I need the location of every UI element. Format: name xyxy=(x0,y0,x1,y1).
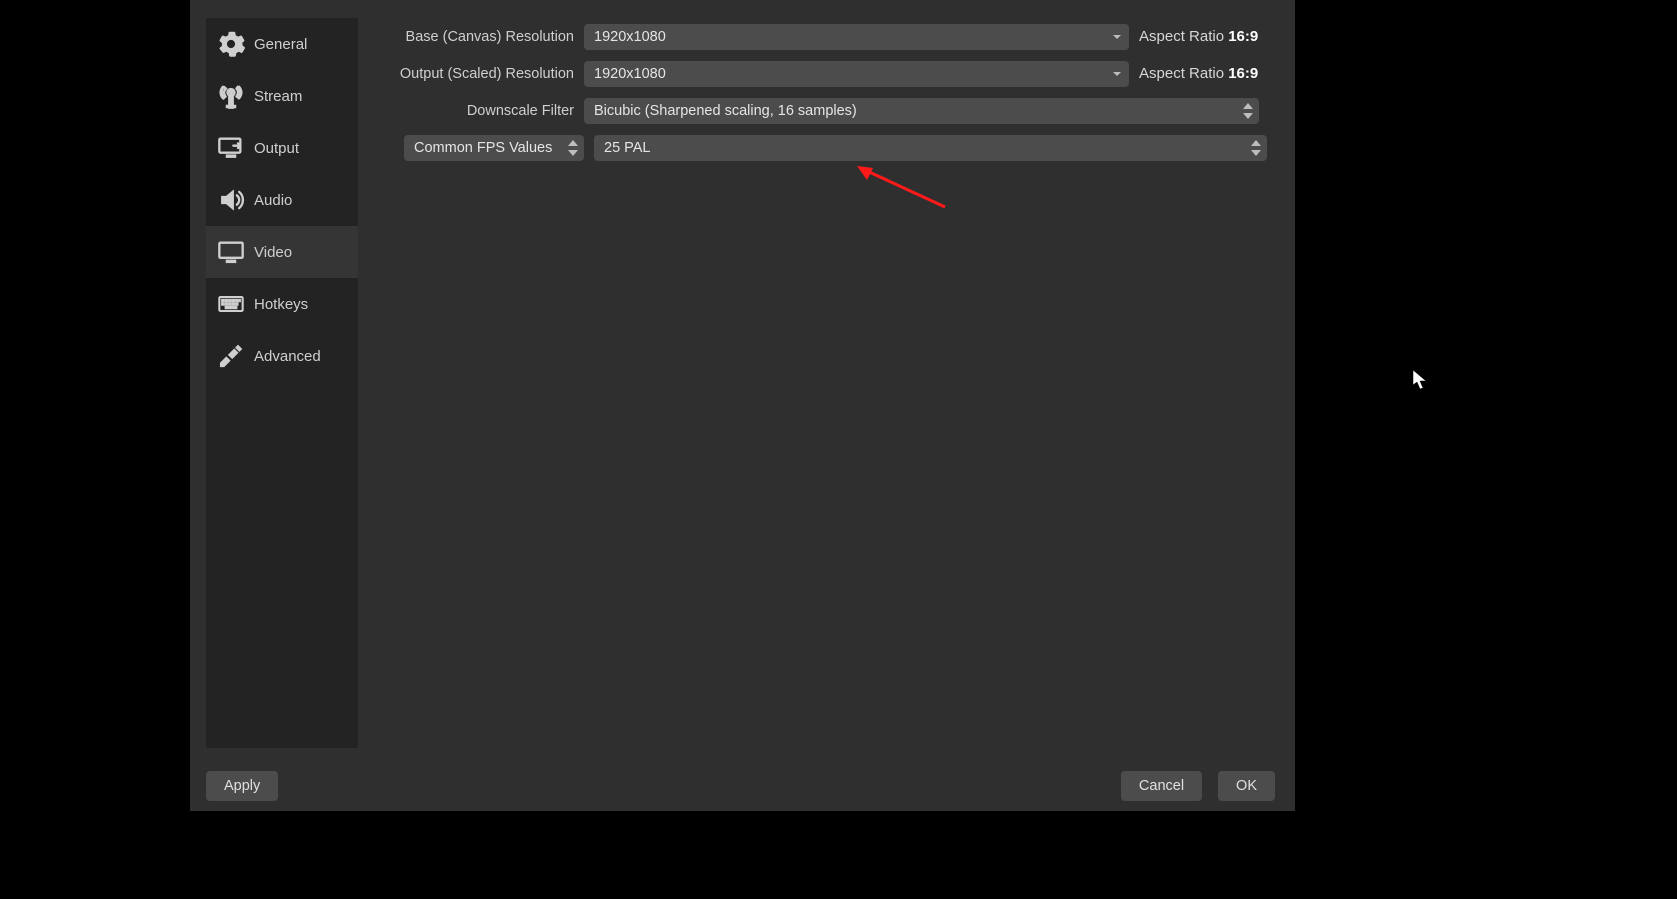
annotation-arrow-icon xyxy=(855,162,955,212)
settings-footer: Apply Cancel OK xyxy=(190,760,1295,811)
cancel-button[interactable]: Cancel xyxy=(1121,771,1202,801)
stepper-arrows-icon xyxy=(1243,103,1253,119)
ok-button[interactable]: OK xyxy=(1218,771,1275,801)
stepper-arrows-icon xyxy=(568,140,578,156)
sidebar-label-audio: Audio xyxy=(254,192,292,209)
chevron-down-icon xyxy=(1111,31,1123,43)
sidebar-item-video[interactable]: Video xyxy=(206,226,358,278)
row-base-resolution: Base (Canvas) Resolution 1920x1080 Aspec… xyxy=(372,18,1280,55)
settings-window: General Stream Output Audio xyxy=(190,0,1295,811)
stepper-arrows-icon xyxy=(1251,140,1261,156)
video-settings-panel: Base (Canvas) Resolution 1920x1080 Aspec… xyxy=(372,18,1280,166)
value-fps-type: Common FPS Values xyxy=(414,140,552,156)
apply-button[interactable]: Apply xyxy=(206,771,278,801)
row-downscale-filter: Downscale Filter Bicubic (Sharpened scal… xyxy=(372,92,1280,129)
sidebar-item-audio[interactable]: Audio xyxy=(206,174,358,226)
footer-right-group: Cancel OK xyxy=(1121,771,1275,801)
value-output-resolution: 1920x1080 xyxy=(594,66,666,82)
select-base-resolution[interactable]: 1920x1080 xyxy=(584,24,1129,50)
row-output-resolution: Output (Scaled) Resolution 1920x1080 Asp… xyxy=(372,55,1280,92)
aspect-output: Aspect Ratio 16:9 xyxy=(1139,65,1258,82)
select-fps-type[interactable]: Common FPS Values xyxy=(404,135,584,161)
select-fps-value[interactable]: 25 PAL xyxy=(594,135,1267,161)
sidebar-item-advanced[interactable]: Advanced xyxy=(206,330,358,382)
antenna-icon xyxy=(212,77,250,115)
gear-icon xyxy=(212,25,250,63)
monitor-icon xyxy=(212,233,250,271)
sidebar-label-general: General xyxy=(254,36,307,53)
sidebar-label-stream: Stream xyxy=(254,88,302,105)
speaker-icon xyxy=(212,181,250,219)
tools-icon xyxy=(212,337,250,375)
settings-sidebar: General Stream Output Audio xyxy=(206,18,358,748)
select-downscale-filter[interactable]: Bicubic (Sharpened scaling, 16 samples) xyxy=(584,98,1259,124)
aspect-base: Aspect Ratio 16:9 xyxy=(1139,28,1258,45)
sidebar-item-hotkeys[interactable]: Hotkeys xyxy=(206,278,358,330)
sidebar-label-hotkeys: Hotkeys xyxy=(254,296,308,313)
sidebar-label-video: Video xyxy=(254,244,292,261)
select-output-resolution[interactable]: 1920x1080 xyxy=(584,61,1129,87)
sidebar-item-general[interactable]: General xyxy=(206,18,358,70)
output-icon xyxy=(212,129,250,167)
label-downscale-filter: Downscale Filter xyxy=(372,103,584,119)
row-fps: Common FPS Values 25 PAL xyxy=(372,129,1280,166)
label-output-resolution: Output (Scaled) Resolution xyxy=(372,66,584,82)
sidebar-item-output[interactable]: Output xyxy=(206,122,358,174)
value-base-resolution: 1920x1080 xyxy=(594,29,666,45)
value-downscale-filter: Bicubic (Sharpened scaling, 16 samples) xyxy=(594,103,857,119)
keyboard-icon xyxy=(212,285,250,323)
label-base-resolution: Base (Canvas) Resolution xyxy=(372,29,584,45)
sidebar-label-output: Output xyxy=(254,140,299,157)
chevron-down-icon xyxy=(1111,68,1123,80)
value-fps: 25 PAL xyxy=(604,140,651,156)
cursor-icon xyxy=(1413,370,1429,390)
sidebar-item-stream[interactable]: Stream xyxy=(206,70,358,122)
sidebar-label-advanced: Advanced xyxy=(254,348,321,365)
app-viewport: General Stream Output Audio xyxy=(0,0,1677,899)
